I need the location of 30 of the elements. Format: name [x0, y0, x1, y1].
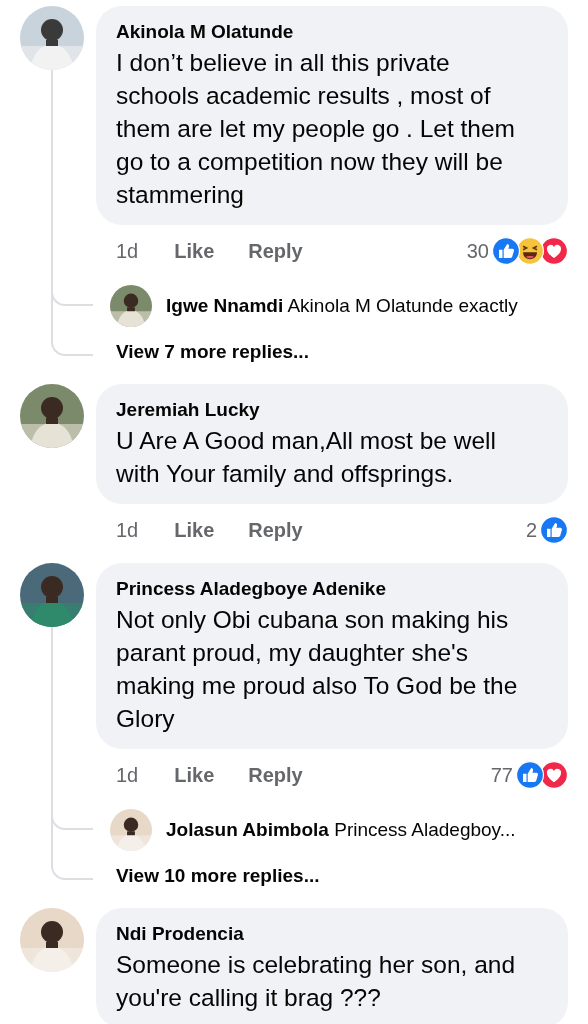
like-link[interactable]: Like [174, 239, 215, 263]
reaction-count[interactable]: 77 [490, 763, 513, 787]
view-more-replies-link[interactable]: View 7 more replies... [116, 341, 309, 363]
author-name[interactable]: Princess Aladegboye Adenike [116, 575, 538, 603]
reply-text: Jolasun Abimbola Princess Aladegboy... [166, 819, 516, 841]
comment-text: U Are A Good man,All most be well with Your family and offsprings. [116, 426, 497, 489]
comment-text: Not only Obi cubana son making his parant proud, my daughter she's making me proud also To God be the Glory [116, 605, 519, 734]
reaction-count[interactable]: 2 [525, 518, 537, 542]
author-name[interactable]: Akinola M Olatunde [116, 18, 538, 46]
like-link[interactable]: Like [174, 763, 215, 787]
timestamp: 1d [116, 239, 139, 263]
reply-link[interactable]: Reply [248, 239, 303, 263]
timestamp: 1d [116, 763, 139, 787]
view-more-replies-link[interactable]: View 10 more replies... [116, 865, 320, 887]
heart-reaction-icon [540, 761, 568, 789]
author-name[interactable]: Jeremiah Lucky [116, 396, 538, 424]
comment-text: Someone is celebrating her son, and you're calling it brag ??? [116, 950, 517, 1013]
laughing-face-icon [516, 237, 544, 265]
like-link[interactable]: Like [174, 518, 215, 542]
like-reaction-icon [516, 761, 544, 789]
reaction-count[interactable]: 30 [466, 239, 489, 263]
comment-text: I don’t believe in all this private schools academic results , most of them are let my people go . Let them go to a competition now they will be stammering [116, 48, 517, 210]
reply-link[interactable]: Reply [248, 763, 303, 787]
heart-reaction-icon [540, 237, 568, 265]
reply-link[interactable]: Reply [248, 518, 303, 542]
reply-text: Igwe Nnamdi Akinola M Olatunde exactly [166, 295, 518, 317]
like-reaction-icon [540, 516, 568, 544]
author-name[interactable]: Ndi Prodencia [116, 920, 538, 948]
timestamp: 1d [116, 518, 139, 542]
like-reaction-icon [492, 237, 520, 265]
